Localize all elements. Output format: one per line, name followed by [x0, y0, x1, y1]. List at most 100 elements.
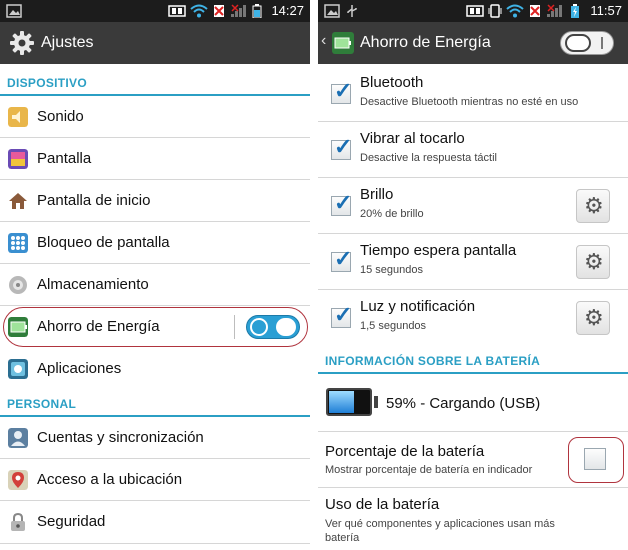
option-title: Porcentaje de la batería — [325, 443, 485, 460]
back-chevron-icon[interactable]: ‹ — [321, 32, 326, 50]
battery-gauge-tip — [374, 396, 378, 408]
option-title: Tiempo espera pantalla — [360, 242, 517, 259]
checkbox-checked[interactable]: ✓ — [331, 246, 352, 272]
screen-timeout-settings-button[interactable]: ⚙ — [576, 245, 610, 279]
option-subtitle: Desactive la respuesta táctil — [360, 152, 497, 164]
wifi-icon — [506, 4, 524, 18]
settings-item-sound[interactable]: Sonido — [0, 96, 310, 138]
usb-icon — [347, 5, 357, 17]
option-title: Luz y notificación — [360, 298, 476, 315]
checkbox-unchecked[interactable] — [584, 448, 606, 470]
battery-saver-icon[interactable] — [332, 32, 354, 54]
option-title: Vibrar al tocarlo — [360, 130, 465, 147]
gear-icon: ⚙ — [584, 193, 604, 218]
gear-icon: ⚙ — [584, 249, 604, 274]
checkbox-checked[interactable]: ✓ — [331, 302, 352, 328]
option-vibrate[interactable]: ✓ Vibrar al tocarlo Desactive la respues… — [318, 122, 628, 178]
toggle-off-marker — [250, 318, 268, 336]
section-title: DISPOSITIVO — [7, 76, 87, 90]
accounts-icon — [8, 428, 28, 448]
section-header-battery-info: INFORMACIÓN SOBRE LA BATERÍA — [318, 346, 628, 374]
option-title: Brillo — [360, 186, 394, 203]
settings-item-security[interactable]: Seguridad — [0, 501, 310, 543]
settings-item-storage[interactable]: Almacenamiento — [0, 264, 310, 306]
status-bar: 14:27 — [0, 0, 310, 22]
checkbox-checked[interactable]: ✓ — [331, 78, 352, 104]
option-subtitle: 1,5 segundos — [360, 320, 427, 332]
signal-off-icon — [547, 4, 562, 17]
picture-notification-icon — [324, 4, 340, 18]
no-sim-icon — [214, 5, 224, 17]
settings-item-label: Ahorro de Energía — [37, 318, 160, 335]
battery-status-row: 59% - Cargando (USB) — [318, 374, 628, 432]
settings-item-power-saver[interactable]: Ahorro de Energía — [0, 306, 310, 348]
toggle-knob — [565, 34, 591, 52]
option-subtitle: Mostrar porcentaje de batería en indicad… — [325, 464, 533, 476]
checkmark-icon: ✓ — [334, 78, 353, 103]
settings-item-label: Bloqueo de pantalla — [37, 234, 170, 251]
sim-dual-icon — [168, 5, 186, 17]
home-icon — [9, 193, 27, 209]
lock-grid-icon — [8, 233, 28, 253]
option-subtitle: 15 segundos — [360, 264, 423, 276]
section-title: PERSONAL — [7, 397, 77, 411]
section-title: INFORMACIÓN SOBRE LA BATERÍA — [325, 354, 541, 368]
option-battery-percentage[interactable]: Porcentaje de la batería Mostrar porcent… — [318, 432, 628, 488]
checkmark-icon: ✓ — [334, 134, 353, 159]
action-bar: Ajustes — [0, 22, 310, 64]
security-icon — [11, 512, 25, 531]
status-time: 11:57 — [590, 3, 622, 18]
option-subtitle: Ver qué componentes y aplicaciones usan … — [325, 518, 555, 544]
power-saver-master-toggle[interactable] — [560, 31, 614, 55]
settings-item-label: Almacenamiento — [37, 276, 149, 293]
settings-item-label: Acceso a la ubicación — [37, 471, 183, 488]
notification-light-settings-button[interactable]: ⚙ — [576, 301, 610, 335]
checkbox-checked[interactable]: ✓ — [331, 190, 352, 216]
settings-item-lock-screen[interactable]: Bloqueo de pantalla — [0, 222, 310, 264]
location-icon — [8, 470, 28, 490]
section-header-personal: PERSONAL — [0, 389, 310, 417]
apps-icon — [8, 359, 28, 379]
checkmark-icon: ✓ — [334, 190, 353, 215]
settings-item-accounts[interactable]: Cuentas y sincronización — [0, 417, 310, 459]
vibrate-icon — [488, 4, 502, 18]
page-title: Ahorro de Energía — [360, 34, 491, 51]
checkbox-checked[interactable]: ✓ — [331, 134, 352, 160]
gear-icon: ⚙ — [584, 305, 604, 330]
power-saver-screen: 11:57 ‹ Ahorro de Energía ✓ Bluetooth De… — [318, 0, 628, 550]
option-bluetooth[interactable]: ✓ Bluetooth Desactive Bluetooth mientras… — [318, 66, 628, 122]
no-sim-icon — [530, 5, 540, 17]
settings-item-apps[interactable]: Aplicaciones — [0, 348, 310, 390]
option-subtitle: 20% de brillo — [360, 208, 424, 220]
status-time: 14:27 — [271, 3, 304, 18]
option-battery-usage[interactable]: Uso de la batería Ver qué componentes y … — [318, 488, 628, 550]
checkmark-icon: ✓ — [334, 302, 353, 327]
option-title: Uso de la batería — [325, 496, 440, 513]
settings-item-label: Sonido — [37, 108, 84, 125]
power-saver-toggle[interactable] — [246, 315, 300, 339]
wifi-icon — [190, 4, 208, 18]
battery-gauge — [326, 388, 372, 416]
battery-status-text: 59% - Cargando (USB) — [386, 395, 541, 412]
brightness-settings-button[interactable]: ⚙ — [576, 189, 610, 223]
signal-off-icon — [231, 4, 246, 17]
settings-screen: 14:27 Ajustes DISPOSITIVO Sonido Pantall… — [0, 0, 310, 550]
toggle-knob — [276, 318, 296, 336]
battery-gauge-fill — [329, 391, 354, 413]
toggle-on-marker — [601, 37, 603, 49]
option-brightness[interactable]: ✓ Brillo 20% de brillo ⚙ — [318, 178, 628, 234]
battery-icon — [252, 4, 262, 18]
settings-item-label: Cuentas y sincronización — [37, 429, 204, 446]
settings-item-label: Seguridad — [37, 513, 106, 530]
settings-item-location[interactable]: Acceso a la ubicación — [0, 459, 310, 501]
section-header-device: DISPOSITIVO — [0, 68, 310, 96]
option-screen-timeout[interactable]: ✓ Tiempo espera pantalla 15 segundos ⚙ — [318, 234, 628, 290]
option-notification-light[interactable]: ✓ Luz y notificación 1,5 segundos ⚙ — [318, 290, 628, 346]
storage-icon — [9, 276, 27, 294]
settings-item-display[interactable]: Pantalla — [0, 138, 310, 180]
settings-item-label: Aplicaciones — [37, 360, 122, 377]
action-bar: ‹ Ahorro de Energía — [318, 22, 628, 64]
settings-item-home-screen[interactable]: Pantalla de inicio — [0, 180, 310, 222]
speaker-icon — [8, 107, 28, 127]
status-bar: 11:57 — [318, 0, 628, 22]
